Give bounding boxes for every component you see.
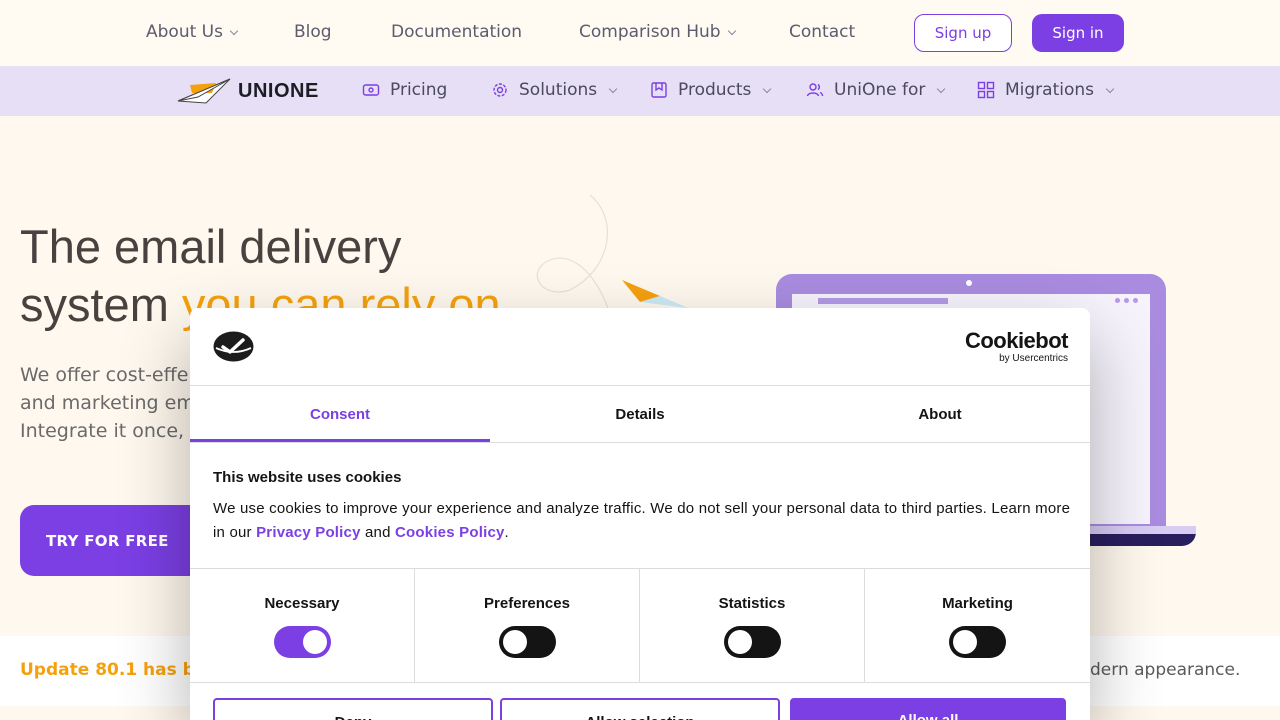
cookie-text-end: .: [504, 524, 509, 541]
nav-comparison-hub[interactable]: Comparison Hub: [579, 22, 736, 42]
cookiebot-brand: Cookiebot by Usercentrics: [964, 328, 1069, 365]
toggle-knob: [953, 630, 977, 654]
marketing-toggle[interactable]: [949, 626, 1006, 658]
cookie-description: We use cookies to improve your experienc…: [213, 497, 1073, 545]
nav-contact[interactable]: Contact: [789, 22, 855, 42]
tab-consent[interactable]: Consent: [190, 386, 490, 443]
tab-about[interactable]: About: [790, 386, 1090, 443]
laptop-screen-bar: [818, 298, 948, 304]
hero-desc-line3: Integrate it once, a: [20, 420, 190, 442]
secnav-products[interactable]: Products: [650, 80, 772, 100]
puzzle-icon: [977, 81, 995, 99]
unione-logo[interactable]: UNIONE: [176, 77, 319, 105]
hero-title-line1: The email delivery: [20, 220, 402, 273]
logo-text: UNIONE: [238, 79, 319, 102]
toggle-knob: [503, 630, 527, 654]
product-navigation-bar: UNIONE Pricing Solutions Products UniOne…: [0, 66, 1280, 116]
top-navigation-bar: About Us Blog Documentation Comparison H…: [0, 0, 1280, 66]
update-banner-text: dern appearance.: [1090, 660, 1241, 680]
nav-about-us[interactable]: About Us: [146, 22, 239, 42]
cookie-heading: This website uses cookies: [213, 469, 402, 486]
category-necessary: Necessary: [190, 568, 415, 683]
laptop-camera-icon: [966, 280, 972, 286]
toggle-knob: [728, 630, 752, 654]
divider: [190, 682, 1090, 683]
try-for-free-button[interactable]: TRY FOR FREE: [20, 505, 210, 576]
category-statistics-label: Statistics: [718, 595, 786, 612]
necessary-toggle[interactable]: [274, 626, 331, 658]
hero-desc-line2: and marketing em: [20, 392, 190, 414]
chevron-down-icon: [763, 84, 772, 94]
category-preferences: Preferences: [415, 568, 640, 683]
nav-about-us-label: About Us: [146, 22, 223, 42]
secnav-solutions-label: Solutions: [519, 80, 598, 100]
statistics-toggle[interactable]: [724, 626, 781, 658]
window-dots-icon: [1115, 298, 1138, 303]
secnav-unione-for[interactable]: UniOne for: [806, 80, 946, 100]
deny-button[interactable]: Deny: [213, 698, 493, 720]
chevron-down-icon: [1105, 84, 1115, 94]
cookiebot-logo-icon: [213, 331, 254, 362]
nav-documentation-label: Documentation: [391, 22, 523, 42]
pricing-icon: [362, 84, 380, 96]
hero-desc-line1: We offer cost-effe: [20, 364, 189, 386]
cookiebot-brand-name: Cookiebot: [964, 328, 1069, 353]
hero-description: We offer cost-effe and marketing em Inte…: [20, 361, 190, 445]
secnav-products-label: Products: [678, 80, 752, 100]
category-statistics: Statistics: [640, 568, 865, 683]
secnav-solutions[interactable]: Solutions: [491, 80, 618, 100]
toggle-knob: [303, 630, 327, 654]
sign-up-button[interactable]: Sign up: [914, 14, 1012, 52]
secnav-migrations[interactable]: Migrations: [977, 80, 1115, 100]
sign-in-button[interactable]: Sign in: [1032, 14, 1124, 52]
bookmark-icon: [651, 82, 667, 98]
allow-selection-button[interactable]: Allow selection: [500, 698, 780, 720]
secnav-pricing[interactable]: Pricing: [362, 80, 447, 100]
category-marketing-label: Marketing: [942, 595, 1013, 612]
tab-details[interactable]: Details: [490, 386, 790, 443]
nav-documentation[interactable]: Documentation: [391, 22, 522, 42]
divider: [190, 442, 1090, 443]
cookies-policy-link[interactable]: Cookies Policy: [395, 524, 505, 541]
nav-blog[interactable]: Blog: [294, 22, 332, 42]
secnav-migrations-label: Migrations: [1005, 80, 1095, 100]
update-banner-title[interactable]: Update 80.1 has be: [20, 660, 206, 680]
secnav-unione-for-label: UniOne for: [834, 80, 926, 100]
category-necessary-label: Necessary: [264, 595, 340, 612]
nav-comparison-hub-label: Comparison Hub: [579, 22, 721, 42]
cookie-text-and: and: [360, 524, 396, 541]
allow-all-button[interactable]: Allow all: [790, 698, 1066, 720]
privacy-policy-link[interactable]: Privacy Policy: [256, 524, 361, 541]
hero-title-plain: system: [20, 278, 182, 331]
gear-icon: [493, 83, 507, 97]
active-tab-indicator: [190, 439, 490, 442]
paper-plane-logo-icon: [177, 78, 231, 104]
nav-contact-label: Contact: [789, 22, 856, 42]
category-marketing: Marketing: [865, 568, 1090, 683]
nav-blog-label: Blog: [294, 22, 332, 42]
chevron-down-icon: [229, 26, 239, 36]
secnav-pricing-label: Pricing: [390, 80, 448, 100]
preferences-toggle[interactable]: [499, 626, 556, 658]
category-preferences-label: Preferences: [484, 595, 570, 612]
chevron-down-icon: [727, 26, 736, 36]
chevron-down-icon: [937, 84, 946, 94]
cookiebot-brand-sub: by Usercentrics: [999, 353, 1068, 364]
users-icon: [806, 83, 824, 97]
cookie-consent-dialog: Cookiebot by Usercentrics Consent Detail…: [190, 308, 1090, 720]
chevron-down-icon: [608, 84, 618, 94]
